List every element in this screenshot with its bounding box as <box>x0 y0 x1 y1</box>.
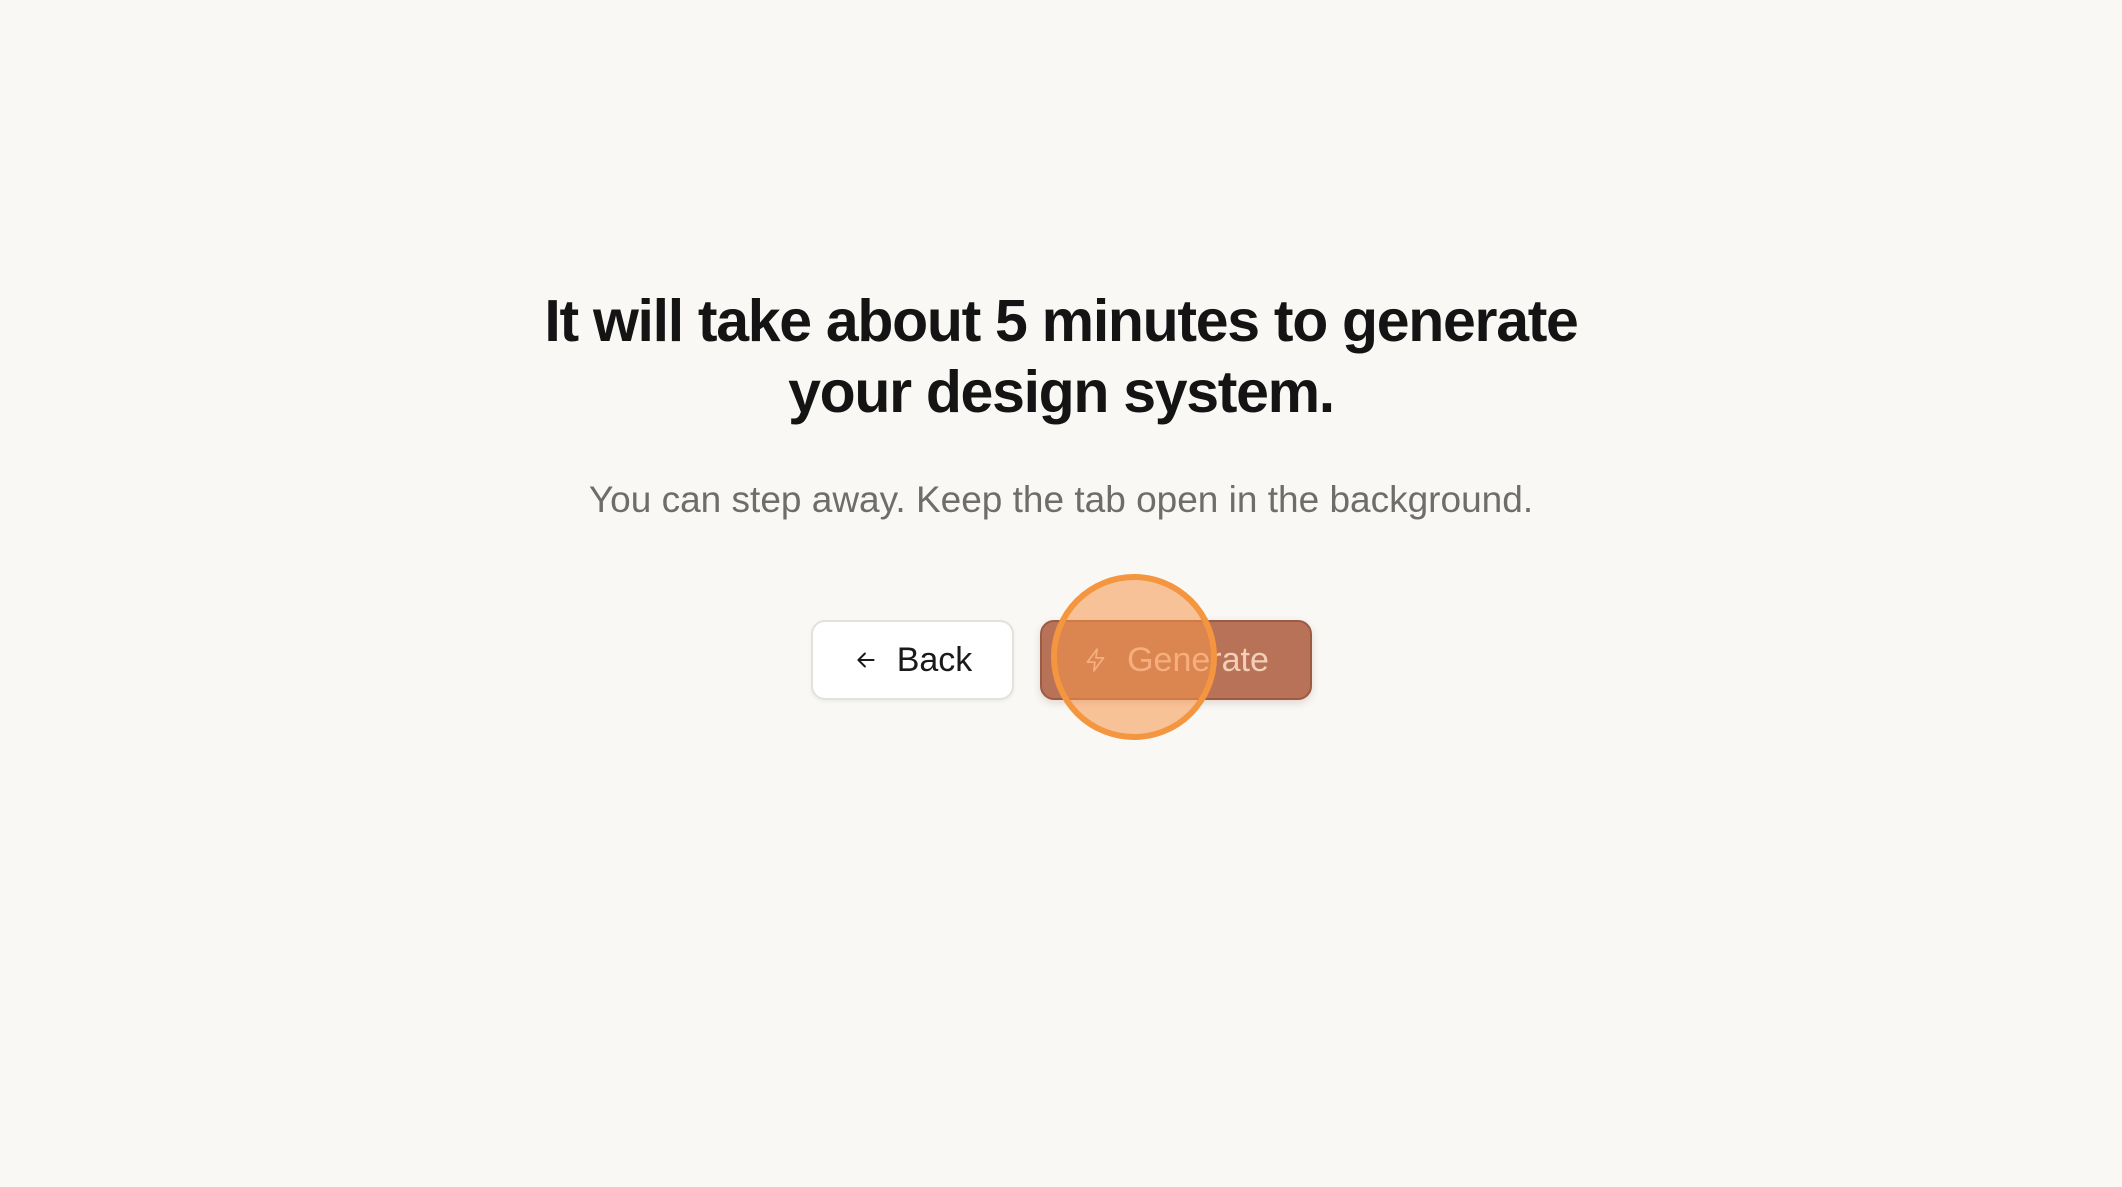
page-subtitle: You can step away. Keep the tab open in … <box>588 479 1534 520</box>
generate-button[interactable]: Generate <box>1040 620 1312 700</box>
page-title-line-2: your design system. <box>788 359 1335 425</box>
back-button[interactable]: Back <box>811 620 1014 700</box>
arrow-left-icon <box>853 647 879 673</box>
page-title: It will take about 5 minutes to generate… <box>461 286 1661 428</box>
page-title-line-1: It will take about 5 minutes to generate <box>544 288 1578 354</box>
back-button-label: Back <box>896 640 973 679</box>
lightning-bolt-icon <box>1083 645 1109 675</box>
generate-button-label: Generate <box>1127 640 1269 679</box>
generation-confirm-page: It will take about 5 minutes to generate… <box>0 0 2122 1187</box>
